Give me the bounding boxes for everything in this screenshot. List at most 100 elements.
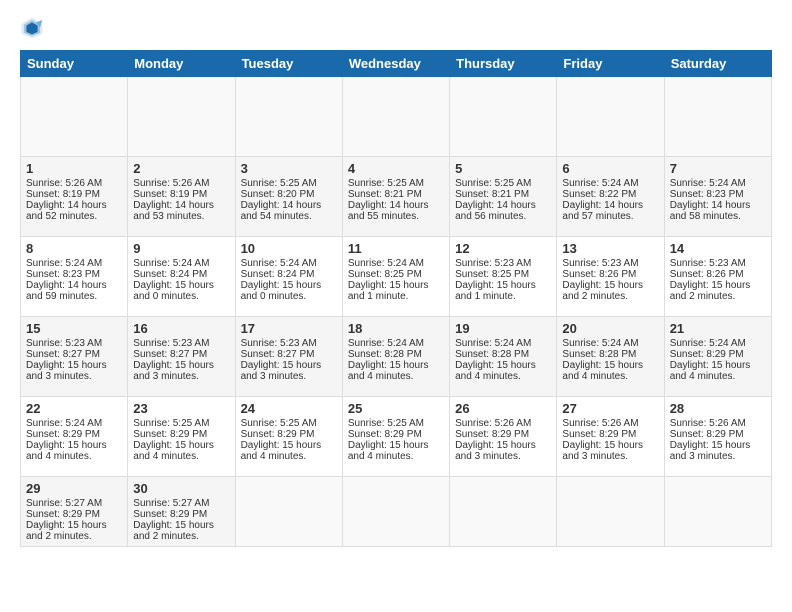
sunset: Sunset: 8:19 PM [26, 189, 100, 200]
day-number: 15 [26, 321, 122, 336]
table-cell [450, 477, 557, 547]
table-cell: 9Sunrise: 5:24 AMSunset: 8:24 PMDaylight… [128, 237, 235, 317]
sunset: Sunset: 8:21 PM [455, 189, 529, 200]
sunrise: Sunrise: 5:24 AM [562, 338, 638, 349]
daylight: Daylight: 14 hours and 59 minutes. [26, 280, 107, 302]
table-cell: 10Sunrise: 5:24 AMSunset: 8:24 PMDayligh… [235, 237, 342, 317]
daylight: Daylight: 14 hours and 56 minutes. [455, 200, 536, 222]
table-cell [128, 77, 235, 157]
sunrise: Sunrise: 5:23 AM [26, 338, 102, 349]
day-number: 25 [348, 401, 444, 416]
daylight: Daylight: 15 hours and 3 minutes. [133, 360, 214, 382]
sunrise: Sunrise: 5:27 AM [133, 498, 209, 509]
sunset: Sunset: 8:29 PM [241, 429, 315, 440]
table-cell: 22Sunrise: 5:24 AMSunset: 8:29 PMDayligh… [21, 397, 128, 477]
day-number: 21 [670, 321, 766, 336]
day-number: 7 [670, 161, 766, 176]
day-number: 28 [670, 401, 766, 416]
day-number: 5 [455, 161, 551, 176]
daylight: Daylight: 14 hours and 52 minutes. [26, 200, 107, 222]
daylight: Daylight: 15 hours and 3 minutes. [670, 440, 751, 462]
table-cell: 28 Sunrise: 5:26 AMSunset: 8:29 PMDayligh… [664, 397, 771, 477]
daylight: Daylight: 14 hours and 57 minutes. [562, 200, 643, 222]
sunset: Sunset: 8:28 PM [455, 349, 529, 360]
sunset: Sunset: 8:28 PM [562, 349, 636, 360]
table-cell [235, 477, 342, 547]
table-cell: 25Sunrise: 5:25 AMSunset: 8:29 PMDayligh… [342, 397, 449, 477]
day-number: 18 [348, 321, 444, 336]
sunset: Sunset: 8:21 PM [348, 189, 422, 200]
sunrise: Sunrise: 5:23 AM [562, 258, 638, 269]
table-cell: 4Sunrise: 5:25 AMSunset: 8:21 PMDaylight… [342, 157, 449, 237]
sunset: Sunset: 8:19 PM [133, 189, 207, 200]
col-sunday: Sunday [21, 51, 128, 77]
sunrise: Sunrise: 5:24 AM [455, 338, 531, 349]
day-number: 11 [348, 241, 444, 256]
col-thursday: Thursday [450, 51, 557, 77]
sunset: Sunset: 8:25 PM [455, 269, 529, 280]
table-cell: 19 Sunrise: 5:24 AMSunset: 8:28 PMDayligh… [450, 317, 557, 397]
calendar-page: Sunday Monday Tuesday Wednesday Thursday… [0, 0, 792, 612]
sunrise: Sunrise: 5:25 AM [455, 178, 531, 189]
sunrise: Sunrise: 5:24 AM [670, 178, 746, 189]
table-cell: 20Sunrise: 5:24 AMSunset: 8:28 PMDayligh… [557, 317, 664, 397]
sunrise: Sunrise: 5:24 AM [348, 258, 424, 269]
sunset: Sunset: 8:24 PM [133, 269, 207, 280]
sunrise: Sunrise: 5:24 AM [670, 338, 746, 349]
sunset: Sunset: 8:28 PM [348, 349, 422, 360]
col-tuesday: Tuesday [235, 51, 342, 77]
day-number: 9 [133, 241, 229, 256]
day-number: 14 [670, 241, 766, 256]
table-cell: 24Sunrise: 5:25 AMSunset: 8:29 PMDayligh… [235, 397, 342, 477]
day-number: 8 [26, 241, 122, 256]
daylight: Daylight: 15 hours and 1 minute. [455, 280, 536, 302]
sunrise: Sunrise: 5:23 AM [241, 338, 317, 349]
daylight: Daylight: 15 hours and 3 minutes. [26, 360, 107, 382]
col-monday: Monday [128, 51, 235, 77]
daylight: Daylight: 15 hours and 3 minutes. [455, 440, 536, 462]
table-cell: 6Sunrise: 5:24 AMSunset: 8:22 PMDaylight… [557, 157, 664, 237]
daylight: Daylight: 15 hours and 0 minutes. [133, 280, 214, 302]
table-cell: 23Sunrise: 5:25 AMSunset: 8:29 PMDayligh… [128, 397, 235, 477]
day-number: 24 [241, 401, 337, 416]
day-number: 1 [26, 161, 122, 176]
sunrise: Sunrise: 5:27 AM [26, 498, 102, 509]
sunrise: Sunrise: 5:23 AM [455, 258, 531, 269]
calendar-table: Sunday Monday Tuesday Wednesday Thursday… [20, 50, 772, 547]
sunrise: Sunrise: 5:25 AM [348, 418, 424, 429]
table-cell: 21 Sunrise: 5:24 AMSunset: 8:29 PMDayligh… [664, 317, 771, 397]
sunset: Sunset: 8:29 PM [670, 429, 744, 440]
day-number: 19 [455, 321, 551, 336]
daylight: Daylight: 15 hours and 4 minutes. [670, 360, 751, 382]
sunset: Sunset: 8:29 PM [133, 429, 207, 440]
sunset: Sunset: 8:24 PM [241, 269, 315, 280]
day-number: 23 [133, 401, 229, 416]
sunrise: Sunrise: 5:25 AM [133, 418, 209, 429]
table-cell [342, 77, 449, 157]
col-friday: Friday [557, 51, 664, 77]
day-number: 12 [455, 241, 551, 256]
sunset: Sunset: 8:20 PM [241, 189, 315, 200]
table-cell: 27Sunrise: 5:26 AMSunset: 8:29 PMDayligh… [557, 397, 664, 477]
sunset: Sunset: 8:23 PM [26, 269, 100, 280]
sunrise: Sunrise: 5:26 AM [562, 418, 638, 429]
sunrise: Sunrise: 5:26 AM [133, 178, 209, 189]
table-cell: 29Sunrise: 5:27 AMSunset: 8:29 PMDayligh… [21, 477, 128, 547]
table-cell: 30Sunrise: 5:27 AMSunset: 8:29 PMDayligh… [128, 477, 235, 547]
daylight: Daylight: 15 hours and 3 minutes. [562, 440, 643, 462]
day-number: 20 [562, 321, 658, 336]
table-cell [664, 77, 771, 157]
day-number: 13 [562, 241, 658, 256]
table-cell: 7Sunrise: 5:24 AMSunset: 8:23 PMDaylight… [664, 157, 771, 237]
sunset: Sunset: 8:29 PM [670, 349, 744, 360]
table-cell [21, 77, 128, 157]
table-cell [450, 77, 557, 157]
table-cell [664, 477, 771, 547]
header-row: Sunday Monday Tuesday Wednesday Thursday… [21, 51, 772, 77]
sunrise: Sunrise: 5:26 AM [455, 418, 531, 429]
sunrise: Sunrise: 5:26 AM [26, 178, 102, 189]
daylight: Daylight: 15 hours and 2 minutes. [26, 520, 107, 542]
sunset: Sunset: 8:27 PM [133, 349, 207, 360]
sunrise: Sunrise: 5:26 AM [670, 418, 746, 429]
daylight: Daylight: 15 hours and 4 minutes. [455, 360, 536, 382]
